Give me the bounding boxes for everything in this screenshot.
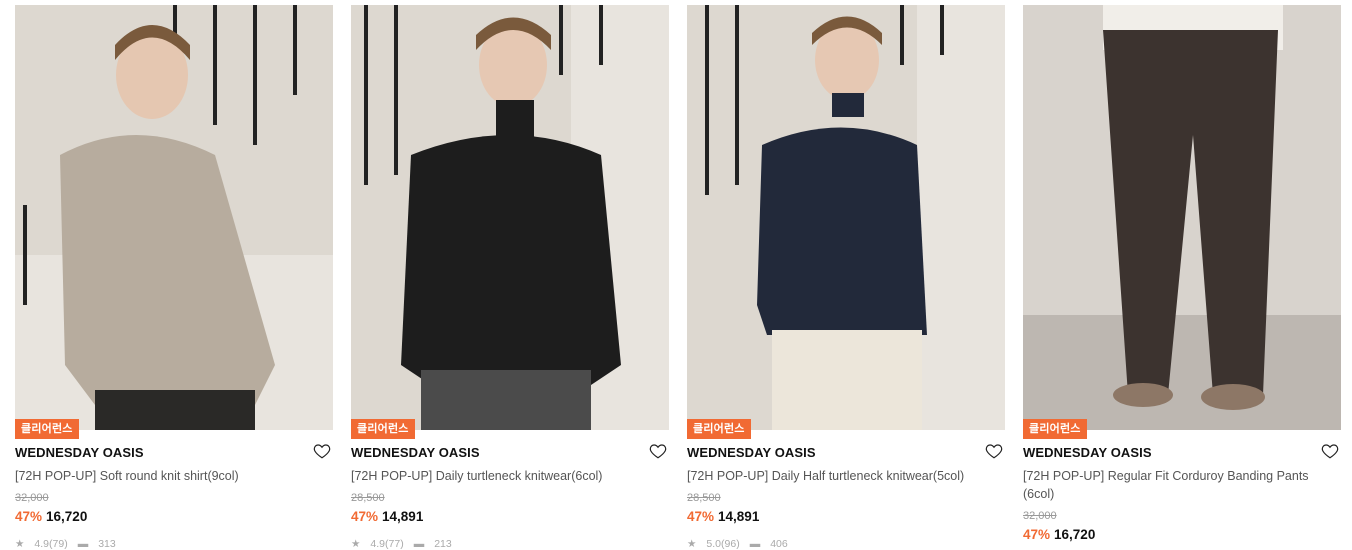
product-photo	[15, 5, 333, 430]
review-count: 313	[98, 538, 116, 550]
review-icon: ▬	[77, 538, 89, 550]
price-value: 16,720	[1054, 527, 1096, 542]
rating-value: 4.9(77)	[370, 538, 404, 550]
discount-rate: 47%	[15, 509, 43, 524]
discount-rate: 47%	[351, 509, 379, 524]
original-price: 28,500	[687, 492, 721, 504]
original-price: 32,000	[1023, 510, 1057, 522]
product-name[interactable]: [72H POP-UP] Regular Fit Corduroy Bandin…	[1023, 467, 1323, 503]
star-icon: ★	[687, 538, 697, 550]
product-photo	[351, 5, 669, 430]
brand-name[interactable]: WEDNESDAY OASIS	[15, 445, 144, 460]
heart-icon[interactable]	[313, 442, 331, 460]
product-image[interactable]	[1023, 5, 1341, 430]
product-name[interactable]: [72H POP-UP] Daily turtleneck knitwear(6…	[351, 467, 651, 485]
clearance-badge: 클리어런스	[15, 419, 79, 439]
product-card[interactable]: 클리어런스 WEDNESDAY OASIS [72H POP-UP] Daily…	[351, 0, 669, 550]
review-icon: ▬	[749, 538, 761, 550]
product-image[interactable]	[687, 5, 1005, 430]
rating-row: ★ 4.9(77) ▬ 213	[351, 538, 462, 550]
sale-price: 47% 16,720	[1023, 527, 1095, 542]
sale-price: 47% 14,891	[687, 509, 759, 524]
rating-row: ★ 4.9(79) ▬ 313	[15, 538, 126, 550]
product-card[interactable]: 클리어런스 WEDNESDAY OASIS [72H POP-UP] Daily…	[687, 0, 1005, 550]
product-name[interactable]: [72H POP-UP] Soft round knit shirt(9col)	[15, 467, 315, 485]
original-price: 28,500	[351, 492, 385, 504]
price-value: 14,891	[718, 509, 760, 524]
review-count: 406	[770, 538, 788, 550]
clearance-badge: 클리어런스	[351, 419, 415, 439]
star-icon: ★	[15, 538, 25, 550]
rating-row: ★ 5.0(96) ▬ 406	[687, 538, 798, 550]
discount-rate: 47%	[1023, 527, 1051, 542]
sale-price: 47% 16,720	[15, 509, 87, 524]
review-count: 213	[434, 538, 452, 550]
price-value: 16,720	[46, 509, 88, 524]
sale-price: 47% 14,891	[351, 509, 423, 524]
rating-value: 5.0(96)	[706, 538, 740, 550]
heart-icon[interactable]	[985, 442, 1003, 460]
heart-icon[interactable]	[1321, 442, 1339, 460]
discount-rate: 47%	[687, 509, 715, 524]
product-card[interactable]: 클리어런스 WEDNESDAY OASIS [72H POP-UP] Soft …	[15, 0, 333, 550]
product-grid: 클리어런스 WEDNESDAY OASIS [72H POP-UP] Soft …	[0, 0, 1352, 550]
heart-icon[interactable]	[649, 442, 667, 460]
product-photo	[1023, 5, 1341, 430]
product-card[interactable]: 클리어런스 WEDNESDAY OASIS [72H POP-UP] Regul…	[1023, 0, 1341, 545]
star-icon: ★	[351, 538, 361, 550]
product-image[interactable]	[351, 5, 669, 430]
rating-value: 4.9(79)	[34, 538, 68, 550]
brand-name[interactable]: WEDNESDAY OASIS	[1023, 445, 1152, 460]
product-image[interactable]	[15, 5, 333, 430]
product-photo	[687, 5, 1005, 430]
brand-name[interactable]: WEDNESDAY OASIS	[687, 445, 816, 460]
product-name[interactable]: [72H POP-UP] Daily Half turtleneck knitw…	[687, 467, 987, 485]
clearance-badge: 클리어런스	[687, 419, 751, 439]
brand-name[interactable]: WEDNESDAY OASIS	[351, 445, 480, 460]
original-price: 32,000	[15, 492, 49, 504]
review-icon: ▬	[413, 538, 425, 550]
price-value: 14,891	[382, 509, 424, 524]
clearance-badge: 클리어런스	[1023, 419, 1087, 439]
